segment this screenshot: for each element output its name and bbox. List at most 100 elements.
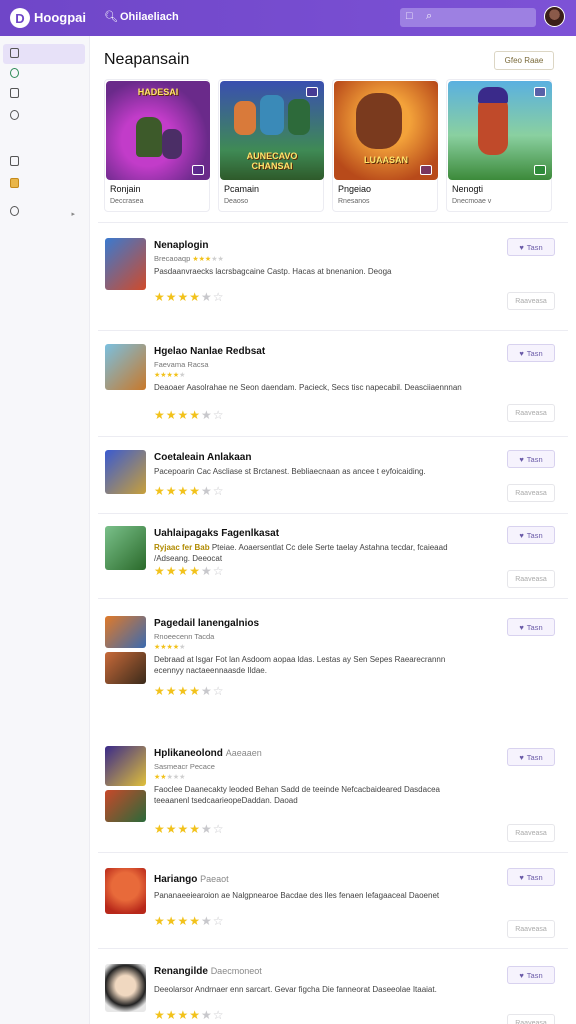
app-logo-icon[interactable]: D [10, 8, 30, 28]
game-thumbnail [105, 344, 146, 390]
card-title: Pcamain [224, 184, 260, 194]
item-title[interactable]: Coetaleain Anlakaan [154, 452, 251, 463]
art-title: LUAASAN [364, 155, 408, 165]
heart-icon: ♥ [519, 454, 524, 464]
game-thumbnail [105, 450, 146, 494]
item-description: Deaoaer Aasolrahae ne Seon daendam. Paci… [154, 383, 462, 392]
sidebar-item-grid[interactable] [3, 44, 85, 64]
star-rating: ★★★★★☆ [154, 290, 225, 304]
game-thumbnail-secondary [105, 790, 146, 822]
card-title: Pngeiao [338, 184, 372, 194]
install-button[interactable]: ♥ Tasn [507, 618, 555, 636]
sidebar-item-lock[interactable] [3, 152, 85, 172]
character-figure [162, 129, 182, 159]
art-title: AUNECAVO CHANSAI [246, 151, 298, 171]
badge-icon [420, 165, 432, 175]
settings-icon [10, 206, 19, 216]
art-title: HADESAI [137, 87, 179, 97]
game-thumbnail [105, 616, 146, 648]
item-meta-rating: ★★★★★ [154, 644, 186, 651]
secondary-button[interactable]: Raaveasa [507, 404, 555, 422]
card-subtitle: Rnesanos [338, 198, 370, 205]
card-subtitle: Deccrasea [110, 198, 144, 205]
item-title[interactable]: Hariango Paeaot [154, 874, 229, 885]
item-title[interactable]: Pagedail lanengalnios [154, 618, 259, 629]
card-subtitle: Dnecmoae v [452, 198, 492, 205]
game-thumbnail [105, 526, 146, 570]
install-button[interactable]: ♥ Tasn [507, 868, 555, 886]
featured-card[interactable]: AUNECAVO CHANSAI Pcamain Deaoso [218, 79, 324, 212]
divider [98, 330, 568, 331]
heart-icon: ♥ [519, 242, 524, 252]
install-button[interactable]: ♥ Tasn [507, 238, 555, 256]
sidebar-item-doc[interactable] [3, 84, 85, 104]
item-meta: Sasmeacr Pecace [154, 762, 215, 771]
featured-card[interactable]: LUAASAN Pngeiao Rnesanos [332, 79, 438, 212]
top-app-bar: D Hoogpai 🔍︎ Ohilaeliach □ ⌕ [0, 0, 576, 36]
item-title[interactable]: Renangilde Daecmoneot [154, 966, 262, 977]
secondary-button[interactable]: Raaveasa [507, 824, 555, 842]
sidebar-item-leaf[interactable] [3, 64, 85, 84]
sidebar-item-settings[interactable]: ▸ [3, 202, 85, 222]
install-button[interactable]: ♥ Tasn [507, 526, 555, 544]
game-thumbnail [105, 868, 146, 914]
item-description: Pacepoarin Cac Ascliase st Brctanest. Be… [154, 467, 426, 476]
secondary-button[interactable]: Raaveasa [507, 484, 555, 502]
main-content: Neapansain Gfeo Raae HADESAI Ronjain Dec… [90, 36, 576, 1024]
install-button[interactable]: ♥ Tasn [507, 748, 555, 766]
secondary-button[interactable]: Raaveasa [507, 920, 555, 938]
heart-icon: ♥ [519, 348, 524, 358]
secondary-button[interactable]: Raaveasa [507, 1014, 555, 1024]
leaf-icon [10, 68, 19, 78]
featured-card[interactable]: Nenogti Dnecmoae v [446, 79, 552, 212]
game-thumbnail-secondary [105, 652, 146, 684]
item-title[interactable]: Hplikaneolond Aaeaaen [154, 748, 262, 759]
search-icon[interactable]: 🔍︎ [104, 10, 118, 23]
item-meta-rating: ★★★★★ [154, 774, 186, 781]
search-input[interactable]: □ ⌕ [400, 8, 536, 27]
character-figure [136, 117, 162, 157]
divider [98, 222, 568, 223]
game-thumbnail [105, 746, 146, 786]
star-rating: ★★★★★☆ [154, 564, 225, 578]
magnify-icon: ⌕ [426, 10, 433, 22]
game-thumbnail [105, 238, 146, 290]
game-thumbnail [105, 964, 146, 1012]
item-title[interactable]: Hgelao Nanlae Redbsat [154, 346, 265, 357]
heart-icon: ♥ [519, 752, 524, 762]
heart-icon: ♥ [519, 872, 524, 882]
star-rating: ★★★★★☆ [154, 484, 225, 498]
page-title: Neapansain [104, 51, 190, 68]
brand-name: Hoogpai [34, 10, 86, 25]
divider [98, 436, 568, 437]
star-rating: ★★★★★☆ [154, 684, 225, 698]
secondary-button[interactable]: Raaveasa [507, 570, 555, 588]
sidebar-item-chat[interactable] [3, 106, 85, 126]
install-button[interactable]: ♥ Tasn [507, 966, 555, 984]
sidebar-item-folder[interactable] [3, 174, 85, 194]
character-figure [288, 99, 310, 135]
badge-icon [192, 165, 204, 175]
card-title: Nenogti [452, 184, 484, 194]
badge-icon [306, 87, 318, 97]
install-button[interactable]: ♥ Tasn [507, 450, 555, 468]
lock-icon [10, 156, 19, 166]
heart-icon: ♥ [519, 970, 524, 980]
user-avatar[interactable] [544, 6, 565, 27]
desc-highlight: Ryjaac fer Bab [154, 543, 212, 552]
featured-card[interactable]: HADESAI Ronjain Deccrasea [104, 79, 210, 212]
install-button[interactable]: ♥ Tasn [507, 344, 555, 362]
card-title: Ronjain [110, 184, 141, 194]
star-rating: ★★★★★☆ [154, 1008, 225, 1022]
grid-icon [10, 48, 19, 58]
search-label[interactable]: Ohilaeliach [120, 11, 179, 23]
item-description: Pasdaanvraecks lacrsbagcaine Castp. Haca… [154, 267, 392, 276]
secondary-button[interactable]: Raaveasa [507, 292, 555, 310]
game-art: HADESAI [106, 81, 210, 180]
item-title[interactable]: Uahlaipagaks Fagenlkasat [154, 528, 279, 539]
item-meta: Rnoeecenn Tacda [154, 632, 215, 641]
item-title[interactable]: Nenaplogin [154, 240, 208, 251]
top-action-button[interactable]: Gfeo Raae [494, 51, 554, 70]
heart-icon: ♥ [519, 622, 524, 632]
character-hat [478, 87, 508, 103]
